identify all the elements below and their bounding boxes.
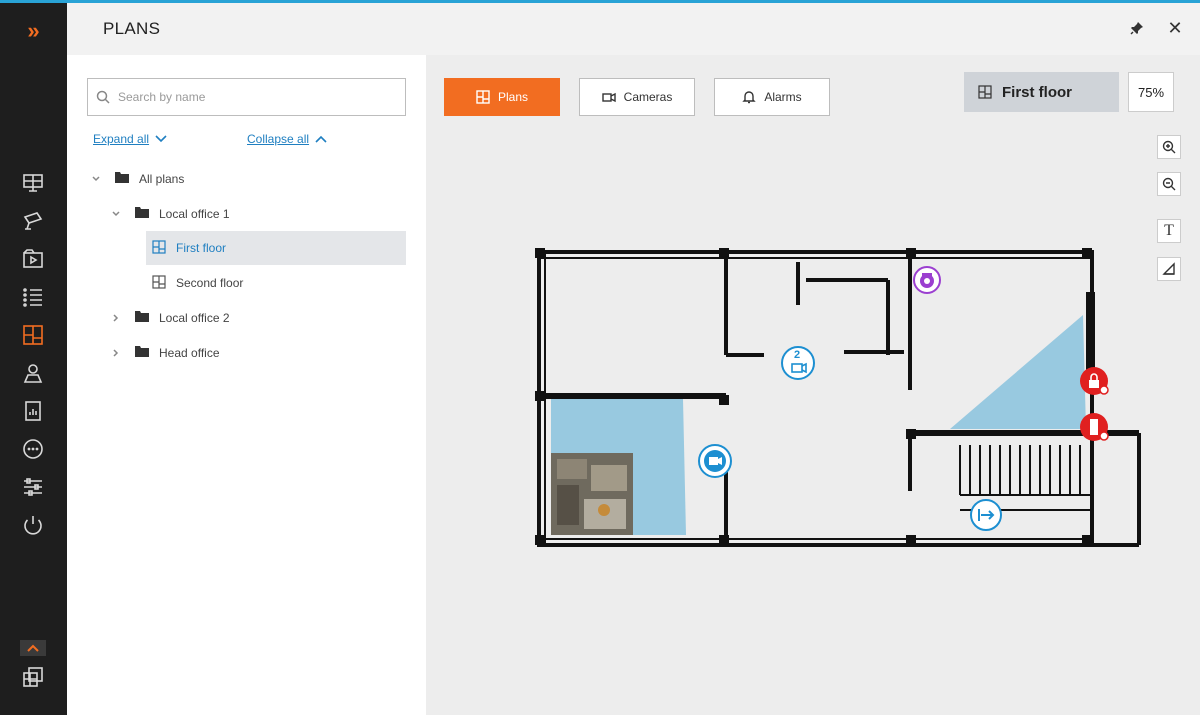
alarm-lock-marker[interactable] bbox=[1078, 365, 1112, 404]
zoom-in-icon bbox=[1162, 140, 1176, 154]
tree-label: Head office bbox=[159, 346, 220, 360]
expand-all-label: Expand all bbox=[93, 132, 150, 146]
ptz-camera-marker[interactable] bbox=[912, 265, 942, 300]
tree-label: Second floor bbox=[176, 276, 244, 290]
expand-rail-button[interactable]: » bbox=[0, 3, 67, 58]
zoom-out-button[interactable] bbox=[1157, 172, 1181, 196]
left-rail: » bbox=[0, 0, 67, 715]
plans-icon[interactable] bbox=[18, 320, 48, 350]
plan-viewer: 2 Plans Cameras Alarms First floor 75% T bbox=[426, 55, 1200, 715]
folder-icon bbox=[115, 172, 129, 186]
text-tool-icon[interactable]: T bbox=[1157, 219, 1181, 243]
camera-icon bbox=[601, 92, 616, 103]
chevron-up-icon bbox=[315, 135, 327, 143]
user-map-icon[interactable] bbox=[18, 358, 48, 388]
close-icon[interactable]: ✕ bbox=[1164, 17, 1186, 39]
folder-icon bbox=[135, 207, 149, 221]
plan-icon bbox=[152, 274, 166, 292]
plan-icon bbox=[476, 90, 490, 104]
tree-item-first-floor[interactable]: First floor bbox=[146, 231, 406, 265]
plans-tree-panel: Expand all Collapse all All plans Local … bbox=[67, 55, 426, 715]
search-input[interactable] bbox=[118, 90, 398, 104]
monitor-icon[interactable] bbox=[18, 168, 48, 198]
triangle-ruler-icon bbox=[1162, 262, 1175, 275]
page-title: PLANS bbox=[103, 19, 161, 38]
chevron-down-icon bbox=[155, 135, 167, 143]
search-icon bbox=[96, 90, 110, 104]
chevron-up-icon[interactable] bbox=[20, 640, 46, 656]
tree-label: Local office 1 bbox=[159, 207, 230, 221]
more-icon[interactable] bbox=[18, 434, 48, 464]
zoom-level[interactable]: 75% bbox=[1128, 72, 1174, 112]
chevron-down-icon[interactable] bbox=[91, 174, 101, 184]
chevron-right-icon[interactable] bbox=[111, 348, 121, 358]
camera-icon[interactable] bbox=[18, 206, 48, 236]
event-list-icon[interactable] bbox=[18, 282, 48, 312]
plan-icon bbox=[978, 85, 992, 99]
zoom-in-button[interactable] bbox=[1157, 135, 1181, 159]
chevron-right-icon[interactable] bbox=[111, 313, 121, 323]
tab-alarms[interactable]: Alarms bbox=[714, 78, 830, 116]
transition-marker[interactable] bbox=[969, 498, 1003, 537]
tab-cameras-label: Cameras bbox=[623, 90, 673, 104]
folder-icon bbox=[135, 346, 149, 360]
camera-marker[interactable] bbox=[697, 443, 733, 484]
tree-label: Local office 2 bbox=[159, 311, 230, 325]
collapse-all-label: Collapse all bbox=[247, 132, 310, 146]
folder-icon bbox=[135, 311, 149, 325]
tab-alarms-label: Alarms bbox=[764, 90, 802, 104]
tab-cameras[interactable]: Cameras bbox=[579, 78, 695, 116]
plan-icon bbox=[152, 239, 166, 257]
tab-plans-label: Plans bbox=[497, 90, 529, 104]
camera-zone bbox=[950, 315, 1086, 429]
camera-group-marker[interactable]: 2 bbox=[780, 345, 816, 386]
camera-group-count: 2 bbox=[794, 349, 801, 361]
search-box[interactable] bbox=[87, 78, 406, 116]
tab-plans[interactable]: Plans bbox=[444, 78, 560, 116]
header-bar: PLANS ✕ bbox=[67, 3, 1200, 55]
power-icon[interactable] bbox=[18, 510, 48, 540]
current-plan-name: First floor bbox=[1002, 83, 1072, 101]
tree-label: First floor bbox=[176, 241, 227, 255]
bell-icon bbox=[742, 91, 757, 104]
camera-thumbnail bbox=[551, 453, 633, 535]
current-plan-selector[interactable]: First floor bbox=[964, 72, 1119, 112]
alarm-door-marker[interactable] bbox=[1078, 411, 1112, 450]
pin-icon[interactable] bbox=[1126, 17, 1148, 39]
tree-item-local-office-1[interactable]: Local office 1 bbox=[111, 197, 411, 231]
settings-icon[interactable] bbox=[18, 472, 48, 502]
zoom-out-icon bbox=[1162, 177, 1176, 191]
archive-icon[interactable] bbox=[18, 244, 48, 274]
windows-icon[interactable] bbox=[18, 662, 48, 692]
tree-item-head-office[interactable]: Head office bbox=[111, 336, 411, 370]
chevron-down-icon[interactable] bbox=[111, 209, 121, 219]
expand-all-link[interactable]: Expand all bbox=[93, 132, 167, 146]
tree-item-second-floor[interactable]: Second floor bbox=[146, 266, 406, 300]
tree-item-local-office-2[interactable]: Local office 2 bbox=[111, 301, 411, 335]
tree-label: All plans bbox=[139, 172, 185, 186]
tree-item-all-plans[interactable]: All plans bbox=[91, 162, 411, 196]
collapse-all-link[interactable]: Collapse all bbox=[247, 132, 327, 146]
area-tool-button[interactable] bbox=[1157, 257, 1181, 281]
reports-icon[interactable] bbox=[18, 396, 48, 426]
